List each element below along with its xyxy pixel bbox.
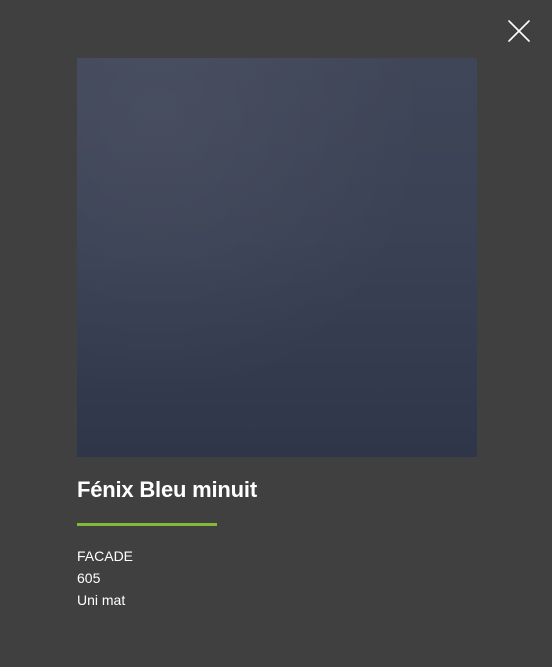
- material-category: FACADE: [77, 548, 134, 564]
- material-title: Fénix Bleu minuit: [77, 477, 257, 502]
- material-swatch-image: [77, 58, 477, 457]
- accent-divider: [77, 523, 217, 526]
- material-finish: Uni mat: [77, 592, 126, 608]
- material-code: 605: [77, 570, 101, 586]
- close-icon: [508, 20, 530, 42]
- material-details: FACADE 605 Uni mat: [77, 545, 133, 611]
- close-button[interactable]: [505, 17, 533, 45]
